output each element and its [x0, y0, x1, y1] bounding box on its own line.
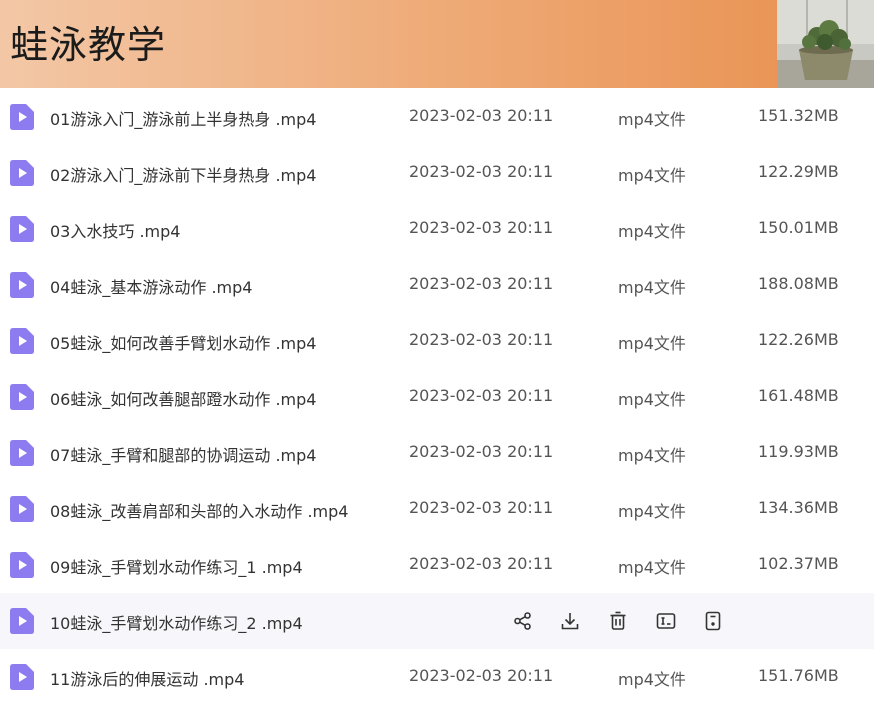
video-file-icon: [10, 496, 34, 522]
banner: 蛙泳教学: [0, 0, 874, 88]
file-row[interactable]: 05蛙泳_如何改善手臂划水动作 .mp4 2023-02-03 20:11 mp…: [0, 313, 874, 369]
file-size: 122.29MB: [758, 162, 839, 181]
file-name[interactable]: 05蛙泳_如何改善手臂划水动作 .mp4: [50, 330, 316, 354]
file-type: mp4文件: [618, 110, 686, 129]
video-file-icon: [10, 216, 34, 242]
more-icon[interactable]: [702, 610, 724, 632]
page-title: 蛙泳教学: [10, 23, 167, 67]
file-row[interactable]: 08蛙泳_改善肩部和头部的入水动作 .mp4 2023-02-03 20:11 …: [0, 481, 874, 537]
file-date: 2023-02-03 20:11: [409, 386, 554, 405]
file-name[interactable]: 07蛙泳_手臂和腿部的协调运动 .mp4: [50, 442, 316, 466]
file-size: 150.01MB: [758, 218, 839, 237]
video-file-icon: [10, 328, 34, 354]
rename-icon[interactable]: [655, 610, 677, 632]
file-name[interactable]: 08蛙泳_改善肩部和头部的入水动作 .mp4: [50, 498, 348, 522]
file-size: 161.48MB: [758, 386, 839, 405]
file-date: 2023-02-03 20:11: [409, 666, 554, 685]
file-type: mp4文件: [618, 446, 686, 465]
file-size: 151.76MB: [758, 666, 839, 685]
file-date: 2023-02-03 20:11: [409, 554, 554, 573]
file-row[interactable]: 01游泳入门_游泳前上半身热身 .mp4 2023-02-03 20:11 mp…: [0, 89, 874, 145]
file-row[interactable]: 07蛙泳_手臂和腿部的协调运动 .mp4 2023-02-03 20:11 mp…: [0, 425, 874, 481]
file-date: 2023-02-03 20:11: [409, 498, 554, 517]
file-size: 151.32MB: [758, 106, 839, 125]
file-type: mp4文件: [618, 166, 686, 185]
file-name[interactable]: 09蛙泳_手臂划水动作练习_1 .mp4: [50, 554, 303, 578]
video-file-icon: [10, 384, 34, 410]
download-icon[interactable]: [559, 610, 581, 632]
video-file-icon: [10, 552, 34, 578]
file-name[interactable]: 01游泳入门_游泳前上半身热身 .mp4: [50, 106, 316, 130]
file-name[interactable]: 02游泳入门_游泳前下半身热身 .mp4: [50, 162, 316, 186]
file-date: 2023-02-03 20:11: [409, 274, 554, 293]
file-row[interactable]: 06蛙泳_如何改善腿部蹬水动作 .mp4 2023-02-03 20:11 mp…: [0, 369, 874, 425]
file-name[interactable]: 06蛙泳_如何改善腿部蹬水动作 .mp4: [50, 386, 316, 410]
file-type: mp4文件: [618, 222, 686, 241]
file-name[interactable]: 03入水技巧 .mp4: [50, 218, 180, 242]
file-size: 102.37MB: [758, 554, 839, 573]
file-type: mp4文件: [618, 278, 686, 297]
file-size: 119.93MB: [758, 442, 839, 461]
file-type: mp4文件: [618, 502, 686, 521]
file-date: 2023-02-03 20:11: [409, 106, 554, 125]
file-date: 2023-02-03 20:11: [409, 330, 554, 349]
video-file-icon: [10, 272, 34, 298]
file-size: 134.36MB: [758, 498, 839, 517]
file-name[interactable]: 11游泳后的伸展运动 .mp4: [50, 666, 244, 690]
file-name[interactable]: 10蛙泳_手臂划水动作练习_2 .mp4: [50, 610, 303, 634]
file-row[interactable]: 09蛙泳_手臂划水动作练习_1 .mp4 2023-02-03 20:11 mp…: [0, 537, 874, 593]
file-date: 2023-02-03 20:11: [409, 162, 554, 181]
file-date: 2023-02-03 20:11: [409, 218, 554, 237]
file-list: 01游泳入门_游泳前上半身热身 .mp4 2023-02-03 20:11 mp…: [0, 89, 874, 705]
file-size: 188.08MB: [758, 274, 839, 293]
file-row[interactable]: 03入水技巧 .mp4 2023-02-03 20:11 mp4文件 150.0…: [0, 201, 874, 257]
delete-icon[interactable]: [607, 610, 629, 632]
video-file-icon: [10, 664, 34, 690]
video-file-icon: [10, 608, 34, 634]
file-type: mp4文件: [618, 334, 686, 353]
file-name[interactable]: 04蛙泳_基本游泳动作 .mp4: [50, 274, 252, 298]
file-date: 2023-02-03 20:11: [409, 442, 554, 461]
file-row[interactable]: 11游泳后的伸展运动 .mp4 2023-02-03 20:11 mp4文件 1…: [0, 649, 874, 705]
video-file-icon: [10, 440, 34, 466]
video-file-icon: [10, 160, 34, 186]
file-type: mp4文件: [618, 390, 686, 409]
banner-photo-plant: [777, 0, 874, 88]
file-type: mp4文件: [618, 558, 686, 577]
video-file-icon: [10, 104, 34, 130]
file-row[interactable]: 04蛙泳_基本游泳动作 .mp4 2023-02-03 20:11 mp4文件 …: [0, 257, 874, 313]
file-row-hovered[interactable]: 10蛙泳_手臂划水动作练习_2 .mp4: [0, 593, 874, 649]
file-type: mp4文件: [618, 670, 686, 689]
share-icon[interactable]: [512, 610, 534, 632]
file-size: 122.26MB: [758, 330, 839, 349]
file-row[interactable]: 02游泳入门_游泳前下半身热身 .mp4 2023-02-03 20:11 mp…: [0, 145, 874, 201]
